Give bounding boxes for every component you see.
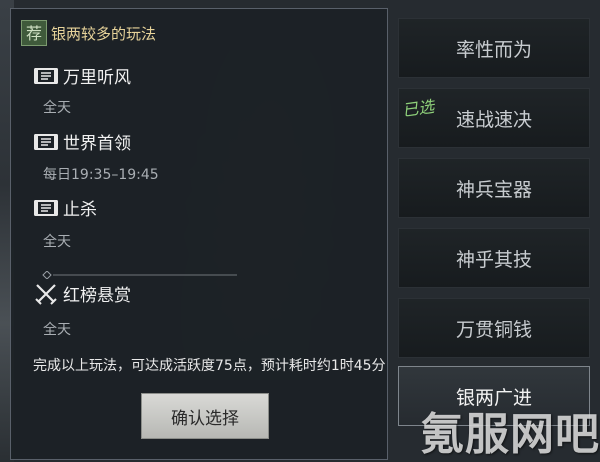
option-button[interactable]: 神乎其技	[398, 228, 590, 288]
panel-title: 银两较多的玩法	[51, 24, 157, 43]
activity-name: 止杀	[63, 200, 97, 220]
chosen-marker: 已选	[401, 96, 436, 121]
activity-time: 全天	[43, 322, 71, 338]
option-button[interactable]: 万贯铜钱	[398, 298, 590, 358]
activity-name: 红榜悬赏	[63, 286, 131, 306]
activity-entry: 世界首领	[33, 129, 131, 154]
panel-header: 荐 银两较多的玩法	[21, 19, 156, 47]
activity-entry: 万里听风	[33, 63, 131, 88]
watermark: 氪服网吧	[420, 409, 600, 460]
crossed-swords-icon	[35, 283, 57, 305]
scroll-icon	[34, 199, 58, 216]
scroll-icon	[34, 67, 58, 84]
activity-time: 每日19:35–19:45	[43, 167, 159, 183]
activity-entry: 止杀	[33, 195, 97, 220]
confirm-selection-button[interactable]: 确认选择	[141, 393, 269, 439]
completion-summary: 完成以上玩法，可达成活跃度75点，预计耗时约1时45分	[33, 358, 386, 374]
recommend-badge: 荐	[21, 20, 47, 46]
activity-name: 万里听风	[63, 68, 131, 88]
activity-time: 全天	[43, 100, 71, 116]
option-button[interactable]: 率性而为	[398, 18, 590, 78]
scroll-icon	[34, 133, 58, 150]
activity-time: 全天	[43, 234, 71, 250]
option-button[interactable]: 神兵宝器	[398, 158, 590, 218]
game-screen: 荐 银两较多的玩法 万里听风 全天 世界首领 每日19:35–19:45 止杀 …	[0, 0, 600, 462]
activity-entry: 红榜悬赏	[33, 281, 131, 306]
section-divider	[42, 271, 237, 279]
activity-name: 世界首领	[63, 134, 131, 154]
